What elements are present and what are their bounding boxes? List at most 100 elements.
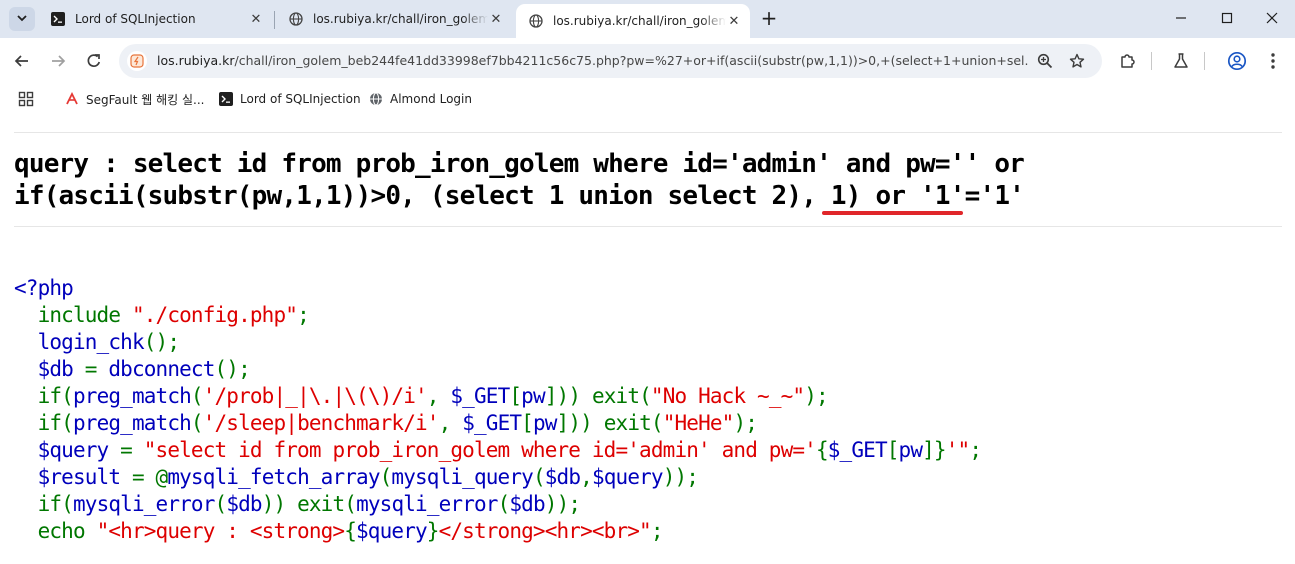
code-token: ); [733,411,758,435]
code-token: , [580,465,593,489]
address-bar[interactable]: los.rubiya.kr/chall/iron_golem_beb244fe4… [119,44,1102,78]
tab-separator [274,11,275,29]
maximize-button[interactable] [1204,0,1250,36]
minimize-button[interactable] [1158,0,1204,36]
code-token: ( [497,492,511,516]
code-token: (); [214,357,251,381]
tab-title: Lord of SQLInjection [75,12,196,26]
query-line-2: if(ascii(substr(pw,1,1))>0, (select 1 un… [14,181,1025,211]
code-token: echo [37,519,97,543]
code-token: ; [650,519,664,543]
code-token: $query [591,465,664,489]
code-token: $query [356,519,428,543]
tab-search-button[interactable] [9,7,35,31]
apps-grid-icon[interactable] [18,91,34,107]
code-token: )) [261,492,298,516]
code-token: { [815,438,829,462]
new-tab-button[interactable]: + [757,7,781,31]
code-token: ( [190,411,204,435]
code-token: "No Hack ~_~" [650,384,805,408]
code-token: pw [898,438,923,462]
segfault-icon [64,91,80,107]
bookmark-label: Lord of SQLInjection [240,92,361,106]
code-token: [ [886,438,900,462]
code-token: dbconnect [108,357,215,381]
code-token: '" [945,438,970,462]
code-token: mysqli_query [391,465,533,489]
code-token: )); [544,492,581,516]
globe-icon [368,91,384,107]
url-path: /chall/iron_golem_beb244fe41dd33998ef7bb… [234,53,1029,68]
reload-button[interactable] [79,46,109,76]
tab-iron-golem-1[interactable]: los.rubiya.kr/chall/iron_golem_ ✕ [276,4,512,34]
code-token: "./config.php" [131,303,298,327]
more-menu-icon[interactable] [1258,46,1288,76]
top-divider [14,132,1282,133]
code-token: mysqli_error [72,492,215,516]
code-token: mysqli_error [356,492,498,516]
terminal-icon [218,91,234,107]
profile-avatar-icon[interactable] [1222,46,1252,76]
tab-iron-golem-active[interactable]: los.rubiya.kr/chall/iron_golem_ ✕ [516,4,750,38]
back-button[interactable] [7,46,37,76]
code-token: = @ [131,465,168,489]
code-token: $_GET [462,411,522,435]
chevron-down-icon [16,12,28,27]
code-token: $db [509,492,545,516]
globe-icon [288,11,304,27]
browser-toolbar: los.rubiya.kr/chall/iron_golem_beb244fe4… [0,38,1295,84]
query-output: query : select id from prob_iron_golem w… [14,148,1274,212]
code-token: ; [969,438,982,462]
close-window-button[interactable] [1249,0,1295,36]
code-token: ; [297,303,310,327]
code-token: , [438,411,463,435]
code-token: $db [226,492,262,516]
tab-lord-of-sqlinjection[interactable]: Lord of SQLInjection ✕ [38,4,272,34]
code-line: <?php [14,276,74,300]
query-line-1: query : select id from prob_iron_golem w… [14,149,1025,179]
bookmark-segfault[interactable]: SegFault 웹 해킹 실... [64,90,204,108]
code-token: = [84,357,109,381]
code-token: if( [37,492,74,516]
bookmark-label: SegFault 웹 해킹 실... [86,92,205,107]
tab-title: los.rubiya.kr/chall/iron_golem_ [313,12,488,26]
code-token: ])) [556,411,604,435]
code-token: pw [521,384,545,408]
code-token: } [426,519,440,543]
close-tab-icon[interactable]: ✕ [248,11,264,27]
zoom-icon[interactable] [1035,51,1055,71]
tab-title: los.rubiya.kr/chall/iron_golem_ [553,14,726,28]
globe-icon [528,13,544,29]
code-token: pw [532,411,557,435]
bookmark-star-icon[interactable] [1067,51,1087,71]
code-token: if( [37,411,74,435]
code-token: [ [521,411,534,435]
code-token: '/sleep|benchmark/i' [202,411,440,435]
bookmark-lord-of-sqlinjection[interactable]: Lord of SQLInjection [218,90,361,108]
close-tab-icon[interactable]: ✕ [488,11,504,27]
bottom-divider [14,226,1282,227]
code-token: $db [37,357,85,381]
code-token: exit( [603,411,664,435]
page-content: query : select id from prob_iron_golem w… [0,114,1295,564]
close-tab-icon[interactable]: ✕ [726,13,742,29]
code-token: '/prob|_|\.|\(\)/i' [202,384,428,408]
labs-flask-icon[interactable] [1166,46,1196,76]
code-token: , [426,384,451,408]
code-token: ( [379,465,393,489]
code-token: ); [804,384,828,408]
code-token: $db [544,465,581,489]
code-token: (); [143,330,180,354]
url-text[interactable]: los.rubiya.kr/chall/iron_golem_beb244fe4… [157,53,1029,68]
extensions-icon[interactable] [1113,46,1143,76]
code-token: include [37,303,132,327]
code-token: "<hr>query : <strong> [96,519,346,543]
forward-button[interactable] [43,46,73,76]
php-source-code: <?php include "./config.php"; login_chk(… [14,275,982,545]
bookmark-almond-login[interactable]: Almond Login [368,90,472,108]
code-token: login_chk [37,330,145,354]
site-info-icon[interactable] [127,51,147,71]
code-token: )); [662,465,699,489]
code-token: $query [37,438,121,462]
code-token: $result [37,465,132,489]
